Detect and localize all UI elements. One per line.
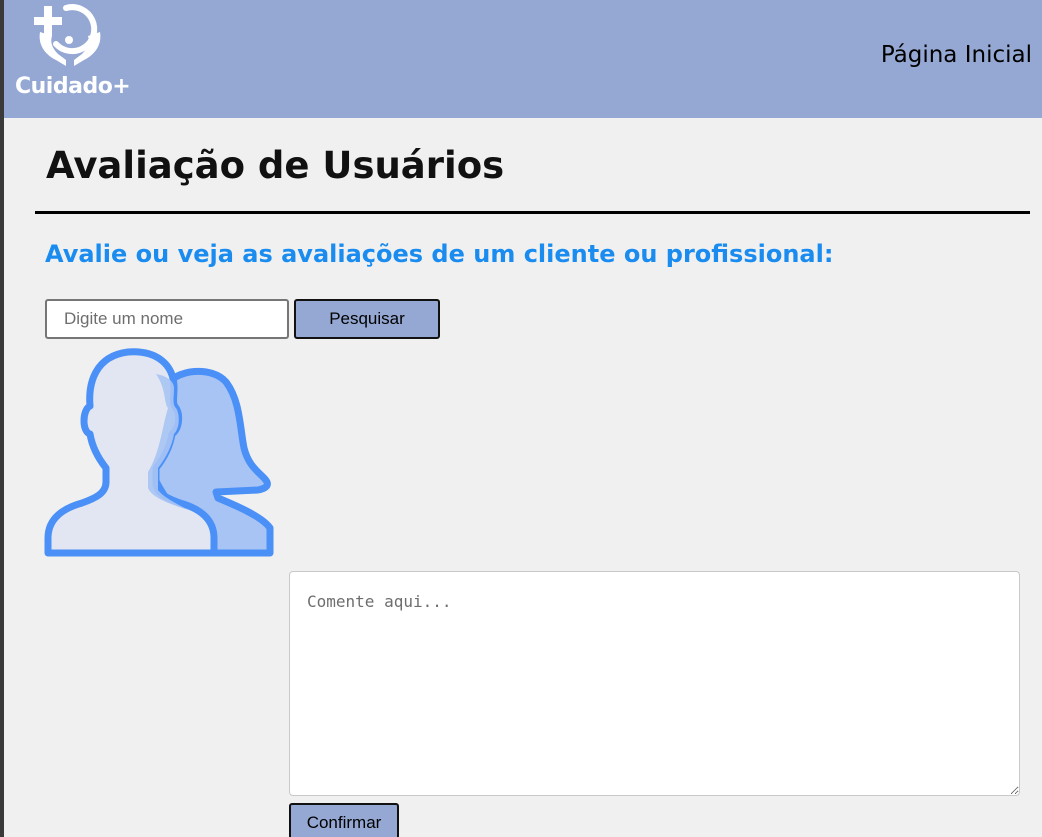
page-title: Avaliação de Usuários — [46, 144, 505, 187]
comment-textarea[interactable] — [289, 571, 1020, 796]
avatar — [44, 348, 274, 558]
search-button[interactable]: Pesquisar — [294, 299, 440, 339]
users-icon — [44, 348, 274, 557]
header-bar: Cuidado+ Página Inicial — [4, 0, 1042, 118]
title-divider — [35, 211, 1030, 214]
logo[interactable]: Cuidado+ — [12, 2, 132, 102]
nav-home-link[interactable]: Página Inicial — [881, 42, 1032, 68]
confirm-button[interactable]: Confirmar — [289, 803, 399, 837]
page: Cuidado+ Página Inicial Avaliação de Usu… — [4, 0, 1042, 837]
search-input[interactable] — [45, 299, 289, 339]
hands-holding-plus-icon — [34, 4, 101, 66]
logo-text: Cuidado+ — [15, 74, 131, 99]
page-subtitle: Avalie ou veja as avaliações de um clien… — [45, 240, 834, 268]
